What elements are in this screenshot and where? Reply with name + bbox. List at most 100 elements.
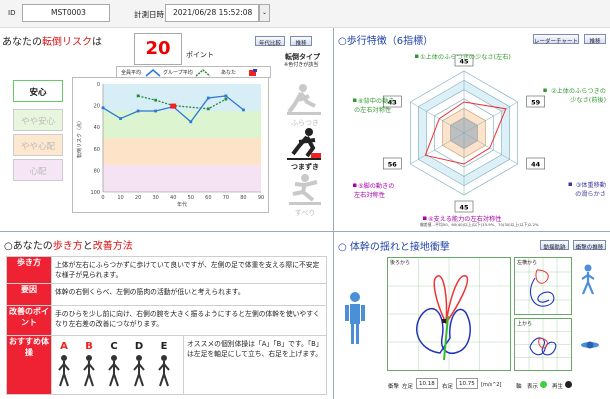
left-foot-value: 10.18 <box>416 378 438 389</box>
chevron-down-icon[interactable]: ⌄ <box>259 4 270 22</box>
legend-all-swatch <box>145 69 161 77</box>
fall-type-slip: すべり <box>285 172 325 217</box>
gait-trend-button[interactable]: 推移 <box>584 34 606 45</box>
x-tick-label: 30 <box>152 195 158 201</box>
top-view-plot: 上から <box>514 318 572 371</box>
exercise-icons: A B C D E <box>58 341 170 387</box>
impact-trend-button[interactable]: 衝撃の推移 <box>573 240 606 251</box>
x-tick-label: 80 <box>240 195 246 201</box>
you-marker <box>170 103 177 109</box>
id-label: ID <box>8 9 16 17</box>
x-tick-label: 60 <box>205 195 211 201</box>
risk-title: あなたの転倒リスクは <box>2 37 102 48</box>
body-front-icon <box>345 292 365 344</box>
legend-you: あなた <box>221 70 237 76</box>
impact-label: 衝撃 <box>388 384 400 390</box>
fall-type-label-slip: すべり <box>294 209 316 217</box>
x-tick-label: 70 <box>223 195 229 201</box>
sway-trace-button[interactable]: 動揺軌跡 <box>540 240 569 251</box>
exercise-figures: A B C D E <box>51 335 184 395</box>
text-walk: 上体が左右にふらつかずに歩けていて良いですが、左側の足で体重を支える際に不安定な… <box>51 256 327 284</box>
text-cause: 体幹の右側くらべ、左側の筋肉の活動が低いと考えられます。 <box>51 283 327 306</box>
radar-label-marker <box>353 183 357 187</box>
risk-band <box>103 138 261 165</box>
left-foot-label: 左足 <box>402 384 414 390</box>
show-label: 表示 <box>527 384 539 390</box>
risk-band <box>103 84 261 111</box>
risk-level-worried: 心配 <box>13 159 63 181</box>
series-point <box>154 98 158 102</box>
age-compare-button[interactable]: 年代比較 <box>255 36 285 47</box>
walker-side-icon <box>581 264 595 295</box>
play-toggle-icon[interactable] <box>565 381 572 388</box>
exercise-head <box>111 355 117 361</box>
series-point <box>119 117 122 120</box>
exercise-figure-icon <box>108 361 120 387</box>
fall-type-sway: ふらつき <box>285 82 325 127</box>
id-field[interactable]: MST0003 <box>22 4 110 22</box>
radar-value: 45 <box>459 204 469 212</box>
series-point <box>224 97 228 101</box>
radar-chart-button[interactable]: レーダーチャート <box>533 34 579 45</box>
fall-type-label-trip: つまずき <box>291 163 319 171</box>
advice-title: ○あなたの歩き方と改善方法 <box>4 241 133 252</box>
sway-marker <box>442 319 446 323</box>
trip-figure-icon <box>287 128 321 160</box>
radar-axis-label: の滑らかさ <box>575 190 606 198</box>
gait-footnote: 偏差値…平均50、60(40)以上(以下)15.9%、70(30)以上(以下)2… <box>420 222 539 227</box>
radar-value: 56 <box>388 161 398 169</box>
radar-axis-label: ②上体のふらつきの <box>551 87 606 95</box>
radar-value: 44 <box>531 161 541 169</box>
y-axis-title: 転倒リスク（点） <box>76 118 83 158</box>
body-top-icon <box>581 341 599 349</box>
radar-axis-label: の左右対称性 <box>354 106 391 114</box>
score-unit: ポイント <box>186 51 214 59</box>
risk-band <box>103 165 261 192</box>
series-point <box>136 94 140 98</box>
fall-type-note: ※色付きが該当 <box>284 62 319 68</box>
trunk-title: ○ 体幹の揺れと接地衝撃 <box>338 242 450 253</box>
play-label: 再生 <box>552 384 564 390</box>
x-axis-title: 年代 <box>177 201 187 208</box>
radar-label-marker <box>423 216 427 220</box>
fall-type-trip: つまずき <box>285 126 325 171</box>
x-tick-label: 10 <box>117 195 123 201</box>
right-foot-value: 10.75 <box>456 378 478 389</box>
legend-group-swatch <box>195 69 211 77</box>
x-tick-label: 0 <box>101 195 104 201</box>
legend-all: 全員平均 <box>121 70 142 76</box>
exercise-letter: E <box>161 341 168 352</box>
exercise-letter: B <box>85 341 93 352</box>
y-tick-label: 80 <box>94 168 100 174</box>
radar-axis-label: ⑤脚の動きの <box>358 182 394 190</box>
risk-level-safe: 安心 <box>13 80 63 102</box>
exercise-letter: C <box>110 341 117 352</box>
left-trace-blue <box>530 277 555 307</box>
date-select[interactable]: 2021/06/28 15:52:08 <box>165 4 259 22</box>
series-point <box>189 120 193 124</box>
radar-axis-label: 少なさ(前後) <box>570 96 606 104</box>
series-point <box>154 109 158 113</box>
back-view-svg <box>388 258 510 370</box>
exercise-letter: D <box>135 341 143 352</box>
radar-label-marker <box>568 182 572 186</box>
exercise-letter: A <box>60 341 68 352</box>
exercise-head <box>161 355 167 361</box>
series-point <box>206 107 210 111</box>
tag-exercise: おすすめ体操 <box>6 335 52 395</box>
series-point <box>136 109 140 113</box>
risk-chart: 0 20 40 60 80 100 0 10 20 30 40 50 60 70 80 90 年代 転倒リスク（点… <box>72 77 269 213</box>
risk-trend-button[interactable]: 推移 <box>290 36 312 47</box>
legend-group: グループ平均 <box>163 70 193 76</box>
show-toggle-icon[interactable] <box>540 381 547 388</box>
radar-label-marker <box>415 54 419 58</box>
y-tick-label: 60 <box>94 147 100 153</box>
back-view-label: 後ろから <box>390 260 411 266</box>
left-view-label: 左横から <box>517 260 538 266</box>
text-point: 手のひらを少し前に向け、右側の腕を大きく振るようにすると左側の体幹を使いやすくな… <box>51 305 327 336</box>
left-view-plot: 左横から <box>514 257 572 315</box>
advice-table: 歩き方 上体が左右にふらつかずに歩けていて良いですが、左側の足で体重を支える際に… <box>6 256 327 395</box>
series-point <box>224 94 228 98</box>
radar-axis-label: 左右対称性 <box>354 191 385 199</box>
unit-label: [m/s^2] <box>481 382 502 388</box>
